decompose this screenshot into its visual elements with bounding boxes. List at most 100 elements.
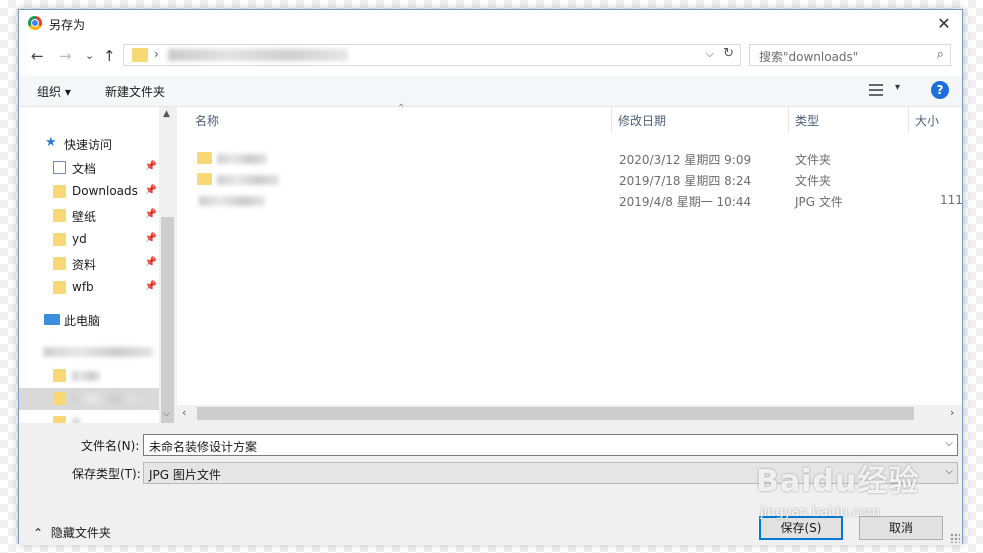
search-input[interactable]: 搜索"downloads" ⌕: [749, 44, 951, 66]
address-dropdown-icon[interactable]: ⌵: [706, 47, 714, 61]
search-placeholder: 搜索"downloads": [759, 50, 859, 64]
file-date: 2019/4/8 星期一 10:44: [619, 195, 752, 209]
filename-label: 文件名(N):: [81, 439, 140, 453]
folder-icon: [197, 152, 212, 164]
close-button[interactable]: ✕: [932, 13, 956, 35]
window-title: 另存为: [49, 18, 86, 32]
document-icon: [53, 161, 66, 174]
sidebar-item-materials[interactable]: 资料 📌: [19, 253, 159, 275]
sidebar-item-label: 文档: [72, 162, 97, 176]
sidebar-item-label: Downloads: [72, 184, 138, 198]
file-date: 2020/3/12 星期四 9:09: [619, 153, 752, 167]
folder-icon: [53, 185, 66, 198]
sidebar-item-folder-blurred[interactable]: [19, 365, 159, 387]
command-toolbar: 组织 ▾ 新建文件夹 ▾ ?: [19, 76, 962, 107]
breadcrumb-chevron-icon: ›: [154, 47, 159, 61]
filename-input[interactable]: 未命名装修设计方案 ⌵: [143, 434, 958, 456]
view-options-dropdown-icon[interactable]: ▾: [895, 82, 900, 93]
up-button[interactable]: ↑: [103, 47, 116, 65]
title-bar: 另存为 ✕: [19, 10, 962, 38]
back-button[interactable]: ←: [31, 47, 44, 65]
help-icon[interactable]: ?: [931, 81, 949, 99]
folder-icon: [53, 369, 66, 382]
folder-icon: [197, 173, 212, 185]
sidebar-item-label: 壁纸: [72, 210, 97, 224]
pin-icon: 📌: [144, 185, 157, 196]
star-icon: ★: [45, 135, 57, 150]
pin-icon: 📌: [144, 161, 157, 172]
scroll-right-icon[interactable]: ›: [950, 406, 954, 419]
view-options-icon[interactable]: [869, 84, 883, 96]
folder-icon: [53, 416, 66, 423]
folder-icon: [53, 233, 66, 246]
blurred-label: [43, 347, 153, 357]
column-header-type[interactable]: 类型: [789, 107, 909, 133]
file-name-blurred: [199, 196, 265, 206]
file-type: 文件夹: [795, 174, 832, 188]
sidebar-item-label: 此电脑: [64, 314, 101, 328]
file-date: 2019/7/18 星期四 8:24: [619, 174, 752, 188]
baidu-watermark-url: jingyan.baidu.com: [760, 505, 880, 520]
blurred-label: [72, 371, 100, 381]
folder-icon: [53, 257, 66, 270]
file-type: 文件夹: [795, 153, 832, 167]
pin-icon: 📌: [144, 257, 157, 268]
chrome-icon: [28, 16, 42, 30]
folder-icon: [132, 48, 148, 62]
sidebar-item-this-pc[interactable]: 此电脑: [19, 309, 159, 331]
column-header-date[interactable]: 修改日期: [612, 107, 789, 133]
chevron-up-icon: ⌃: [33, 526, 44, 540]
file-name-blurred: [217, 154, 267, 164]
sidebar-item-wallpaper[interactable]: 壁纸 📌: [19, 205, 159, 227]
filename-value: 未命名装修设计方案: [149, 440, 258, 454]
file-type: JPG 文件: [795, 195, 843, 209]
column-header-name[interactable]: 名称: [189, 107, 612, 133]
pin-icon: 📌: [144, 281, 157, 292]
hide-folders-toggle[interactable]: ⌃ 隐藏文件夹: [33, 524, 111, 541]
sidebar-item-downloads-selected[interactable]: [19, 388, 159, 410]
chevron-down-icon[interactable]: ⌵: [945, 438, 953, 449]
column-header-size[interactable]: 大小: [909, 107, 962, 133]
resize-grip-icon[interactable]: [950, 533, 960, 543]
new-folder-button[interactable]: 新建文件夹: [105, 83, 165, 100]
refresh-icon[interactable]: ↻: [723, 46, 734, 61]
scroll-down-icon[interactable]: ⌵: [163, 409, 170, 419]
table-row[interactable]: 2020/3/12 星期四 9:09 文件夹: [177, 148, 962, 169]
navigation-pane: ★ 快速访问 文档 📌 Downloads 📌 壁纸 📌 yd 📌 资料 📌 w…: [19, 107, 177, 423]
pin-icon: 📌: [144, 209, 157, 220]
sidebar-item-drive-blurred[interactable]: [19, 341, 159, 363]
sidebar-item-yd[interactable]: yd 📌: [19, 229, 159, 251]
organize-menu[interactable]: 组织 ▾: [37, 83, 71, 100]
sidebar-item-label: 资料: [72, 258, 97, 272]
blurred-label: [72, 394, 136, 404]
sidebar-item-quick-access[interactable]: ★ 快速访问: [19, 133, 159, 155]
file-type-value: JPG 图片文件: [149, 468, 221, 482]
chevron-down-icon[interactable]: ⌵: [945, 466, 953, 477]
horizontal-scrollbar[interactable]: ‹ ›: [177, 405, 962, 423]
file-list: ⌃ 名称 修改日期 类型 大小 2020/3/12 星期四 9:09 文件夹 2…: [177, 103, 963, 423]
sidebar-item-label: wfb: [72, 280, 94, 294]
folder-icon: [53, 392, 66, 405]
sidebar-item-documents[interactable]: 文档 📌: [19, 157, 159, 179]
sidebar-item-label: 快速访问: [64, 138, 113, 152]
scroll-left-icon[interactable]: ‹: [182, 406, 186, 419]
navigation-bar: ← → ⌄ ↑ › ⌵ ↻ 搜索"downloads" ⌕: [19, 38, 962, 76]
sidebar-item-folder-blurred[interactable]: [19, 412, 159, 423]
table-row[interactable]: 2019/4/8 星期一 10:44 JPG 文件 111: [177, 190, 963, 211]
baidu-watermark-logo: Baidu经验: [756, 464, 920, 499]
sidebar-item-label: yd: [72, 232, 87, 246]
recent-locations-dropdown[interactable]: ⌄: [85, 47, 94, 65]
pin-icon: 📌: [144, 233, 157, 244]
search-icon[interactable]: ⌕: [937, 47, 944, 62]
file-name-blurred: [217, 175, 279, 185]
navigation-scrollbar[interactable]: ▲ ⌵: [159, 107, 177, 447]
sidebar-item-downloads[interactable]: Downloads 📌: [19, 181, 159, 203]
scroll-up-icon[interactable]: ▲: [163, 109, 170, 119]
breadcrumb-path-blurred: [168, 49, 348, 61]
sidebar-item-wfb[interactable]: wfb 📌: [19, 277, 159, 299]
address-bar[interactable]: › ⌵ ↻: [123, 44, 741, 66]
scrollbar-thumb[interactable]: [197, 407, 914, 420]
forward-button[interactable]: →: [59, 47, 72, 65]
table-row[interactable]: 2019/7/18 星期四 8:24 文件夹: [177, 169, 962, 190]
computer-icon: [44, 314, 60, 325]
